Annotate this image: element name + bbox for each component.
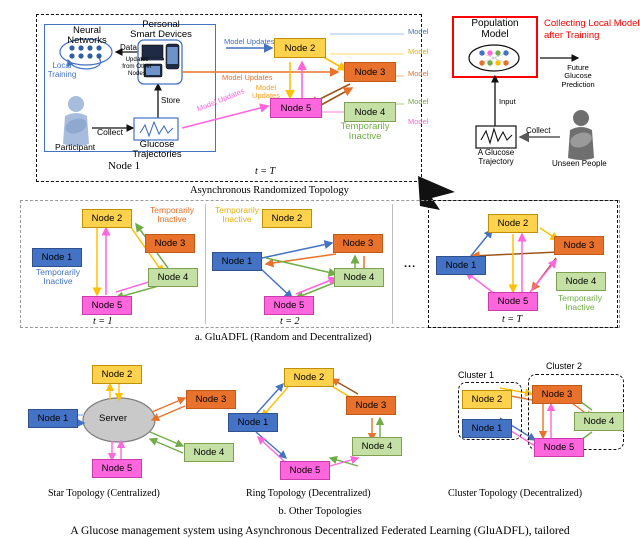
cluster-node-3[interactable]: Node 3 [532,385,582,404]
ring-node-4[interactable]: Node 4 [352,437,402,456]
ring-node-3[interactable]: Node 3 [346,396,396,415]
star-node-4[interactable]: Node 4 [184,443,234,462]
cluster-node-5[interactable]: Node 5 [534,438,584,457]
bottom-panel-edges [60,378,594,467]
ring-node-1[interactable]: Node 1 [228,413,278,432]
star-node-2[interactable]: Node 2 [92,365,142,384]
ring-node-2[interactable]: Node 2 [284,368,334,387]
server-label: Server [99,413,127,424]
figure-caption: A Glucose management system using Asynch… [70,525,570,537]
ring-node-5[interactable]: Node 5 [280,461,330,480]
ring-topology-title: Ring Topology (Decentralized) [246,488,371,499]
cluster-node-4[interactable]: Node 4 [574,412,624,431]
cluster-2-label: Cluster 2 [546,361,583,371]
cluster-node-2[interactable]: Node 2 [462,390,512,409]
cluster-topology-title: Cluster Topology (Decentralized) [448,488,583,499]
cluster-1-label: Cluster 1 [458,370,495,380]
star-node-1[interactable]: Node 1 [28,409,78,428]
cluster-node-1[interactable]: Node 1 [462,419,512,438]
section-b-label: b. Other Topologies [278,506,362,517]
star-topology-title: Star Topology (Centralized) [48,488,160,499]
star-node-3[interactable]: Node 3 [186,390,236,409]
star-node-5[interactable]: Node 5 [92,459,142,478]
